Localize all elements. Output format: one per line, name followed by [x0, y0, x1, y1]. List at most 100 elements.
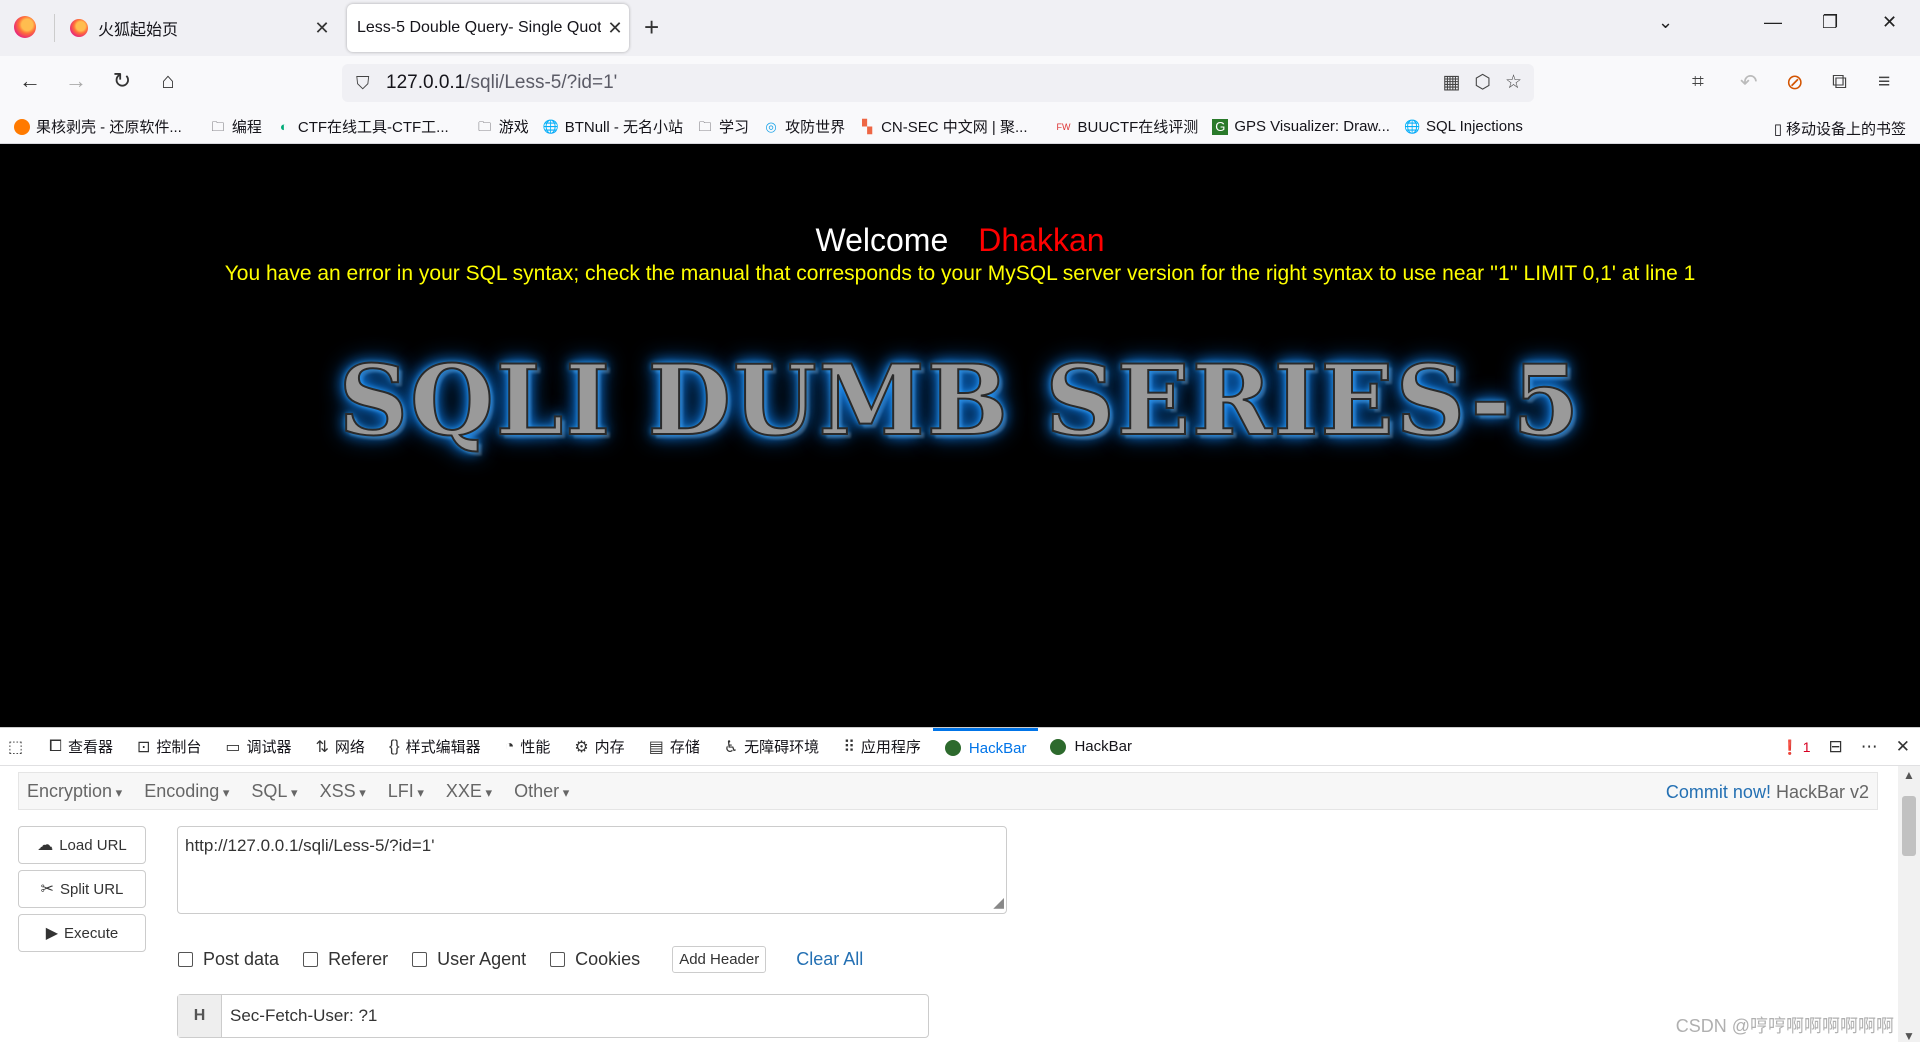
- minimize-icon[interactable]: —: [1764, 12, 1782, 33]
- scroll-up-icon[interactable]: ▲: [1898, 768, 1920, 782]
- tab-network[interactable]: ⇅ 网络: [304, 728, 377, 766]
- tab-application[interactable]: ⠿ 应用程序: [831, 728, 933, 766]
- user-agent-checkbox[interactable]: [412, 952, 428, 967]
- bookmark-label: BTNull - 无名小站: [564, 119, 684, 136]
- menu-other[interactable]: Other: [514, 781, 569, 802]
- crop-icon[interactable]: ⌗: [1692, 70, 1704, 94]
- pick-element-icon[interactable]: ⬚: [0, 728, 37, 766]
- tab-debugger[interactable]: ▭ 调试器: [213, 728, 303, 766]
- bookmark-item[interactable]: 🌐 SQL Injections: [1404, 118, 1523, 135]
- close-devtools-icon[interactable]: ✕: [1896, 737, 1910, 757]
- extensions-puzzle-icon[interactable]: ⧉: [1832, 70, 1847, 94]
- bookmark-folder[interactable]: 🗀 编程: [210, 116, 262, 137]
- clear-all-link[interactable]: Clear All: [796, 949, 863, 970]
- tab-label: 样式编辑器: [405, 739, 481, 756]
- orange-circle-icon: [14, 118, 30, 135]
- cloud-download-icon: ☁: [37, 837, 54, 854]
- tab-inspector[interactable]: ⧠ 查看器: [37, 728, 125, 766]
- tab-storage[interactable]: ▤ 存储: [637, 728, 712, 766]
- ctf-site-icon: ◐: [279, 118, 288, 134]
- bookmark-item[interactable]: 🌐 BTNull - 无名小站: [543, 116, 683, 137]
- list-all-tabs-chevron-icon[interactable]: ⌄: [1658, 12, 1673, 33]
- referer-option[interactable]: Referer: [303, 949, 388, 970]
- hackbar-url-input[interactable]: http://127.0.0.1/sqli/Less-5/?id=1' ◢: [177, 826, 1007, 914]
- menu-xss[interactable]: XSS: [320, 781, 366, 802]
- bookmark-label: BUUCTF在线评测: [1077, 119, 1199, 136]
- tab-separator: [54, 14, 55, 42]
- tab-label: 查看器: [67, 739, 113, 756]
- shield-icon[interactable]: ⛉: [356, 73, 376, 94]
- menu-hamburger-icon[interactable]: ≡: [1878, 70, 1890, 94]
- post-data-checkbox[interactable]: [178, 952, 193, 967]
- scrollbar-thumb[interactable]: [1902, 796, 1916, 856]
- tab-label: 调试器: [246, 739, 292, 756]
- bookmark-item[interactable]: ◐ CTF在线工具-CTF工...: [276, 116, 449, 137]
- dock-side-icon[interactable]: ⊟: [1829, 737, 1843, 757]
- option-label: Post data: [203, 949, 280, 969]
- tab-hackbar[interactable]: HackBar: [1038, 728, 1144, 766]
- reader-mode-icon[interactable]: ⬡: [1474, 71, 1491, 94]
- close-icon[interactable]: ✕: [308, 18, 336, 39]
- cookies-option[interactable]: Cookies: [550, 949, 640, 970]
- add-header-button[interactable]: Add Header: [672, 946, 767, 973]
- bookmark-item[interactable]: FW BUUCTF在线评测: [1055, 116, 1198, 137]
- tab-label: 无障碍环境: [744, 739, 820, 756]
- bookmark-folder[interactable]: 🗀 学习: [697, 116, 750, 137]
- home-icon[interactable]: ⌂: [153, 68, 183, 94]
- tab-label: 网络: [334, 739, 365, 756]
- gps-icon: G: [1212, 118, 1229, 135]
- menu-lfi[interactable]: LFI: [388, 781, 424, 802]
- error-count: 1: [1802, 738, 1811, 755]
- bookmark-item[interactable]: G GPS Visualizer: Draw...: [1212, 118, 1390, 135]
- post-data-option[interactable]: Post data: [178, 949, 279, 970]
- bookmark-label: 游戏: [498, 119, 529, 136]
- menu-xxe[interactable]: XXE: [446, 781, 492, 802]
- firefox-view-icon[interactable]: [14, 16, 36, 38]
- tab-hackbar-active[interactable]: HackBar: [932, 727, 1039, 766]
- referer-checkbox[interactable]: [303, 952, 319, 967]
- tab-start-page[interactable]: 火狐起始页 ✕: [56, 4, 336, 52]
- url-input-value: http://127.0.0.1/sqli/Less-5/?id=1': [185, 836, 435, 855]
- new-tab-plus-icon[interactable]: +: [644, 12, 659, 43]
- cnsec-icon: ▚: [862, 118, 873, 134]
- vertical-scrollbar[interactable]: ▲ ▼: [1898, 766, 1920, 1042]
- tab-style-editor[interactable]: {} 样式编辑器: [377, 728, 493, 766]
- network-icon: ⇅: [315, 738, 329, 756]
- user-agent-option[interactable]: User Agent: [412, 949, 526, 970]
- forward-arrow-icon[interactable]: →: [61, 68, 91, 94]
- commit-link[interactable]: Commit now!: [1666, 782, 1771, 802]
- mobile-bookmarks[interactable]: ▯ 移动设备上的书签: [1774, 118, 1906, 139]
- window-close-icon[interactable]: ✕: [1882, 12, 1897, 33]
- undo-icon[interactable]: ↶: [1740, 70, 1758, 95]
- tab-performance[interactable]: ◔ 性能: [493, 728, 563, 766]
- error-count-badge[interactable]: ❗ 1: [1781, 739, 1810, 756]
- split-url-button[interactable]: ✂ Split URL: [18, 870, 146, 908]
- tab-less5[interactable]: Less-5 Double Query- Single Quotes- Stri…: [347, 4, 629, 52]
- back-arrow-icon[interactable]: ←: [15, 68, 45, 94]
- bookmark-folder[interactable]: 🗀 游戏: [477, 116, 529, 137]
- menu-sql[interactable]: SQL: [251, 781, 297, 802]
- restore-icon[interactable]: ❐: [1822, 12, 1838, 33]
- cookies-checkbox[interactable]: [550, 952, 566, 967]
- bookmark-star-icon[interactable]: ☆: [1505, 71, 1522, 94]
- tab-accessibility[interactable]: ♿ 无障碍环境: [712, 728, 831, 766]
- header-value-input[interactable]: Sec-Fetch-User: ?1: [222, 995, 377, 1037]
- menu-encoding[interactable]: Encoding: [144, 781, 229, 802]
- bookmark-item[interactable]: ◎ 攻防世界: [763, 116, 845, 137]
- execute-button[interactable]: ▶ Execute: [18, 914, 146, 952]
- scroll-down-icon[interactable]: ▼: [1898, 1029, 1920, 1042]
- reload-icon[interactable]: ↻: [107, 68, 137, 94]
- address-bar[interactable]: ⛉ ▯ 127.0.0.1/sqli/Less-5/?id=1' ▦ ⬡ ☆: [342, 64, 1534, 791]
- tab-memory[interactable]: ⚙ 内存: [562, 728, 636, 766]
- load-url-button[interactable]: ☁ Load URL: [18, 826, 146, 864]
- qr-code-icon[interactable]: ▦: [1442, 71, 1460, 94]
- resize-handle-icon[interactable]: ◢: [993, 894, 1004, 911]
- bookmark-label: 果核剥壳 - 还原软件...: [36, 119, 182, 136]
- extension-blocked-icon[interactable]: ⊘: [1786, 70, 1804, 95]
- tab-console[interactable]: ⊡ 控制台: [125, 728, 213, 766]
- bookmark-item[interactable]: 果核剥壳 - 还原软件...: [14, 116, 182, 137]
- close-icon[interactable]: ✕: [601, 18, 629, 39]
- menu-encryption[interactable]: Encryption: [27, 781, 122, 802]
- bookmark-item[interactable]: ▚ CN-SEC 中文网 | 聚...: [859, 116, 1027, 137]
- more-options-icon[interactable]: ⋯: [1861, 737, 1878, 757]
